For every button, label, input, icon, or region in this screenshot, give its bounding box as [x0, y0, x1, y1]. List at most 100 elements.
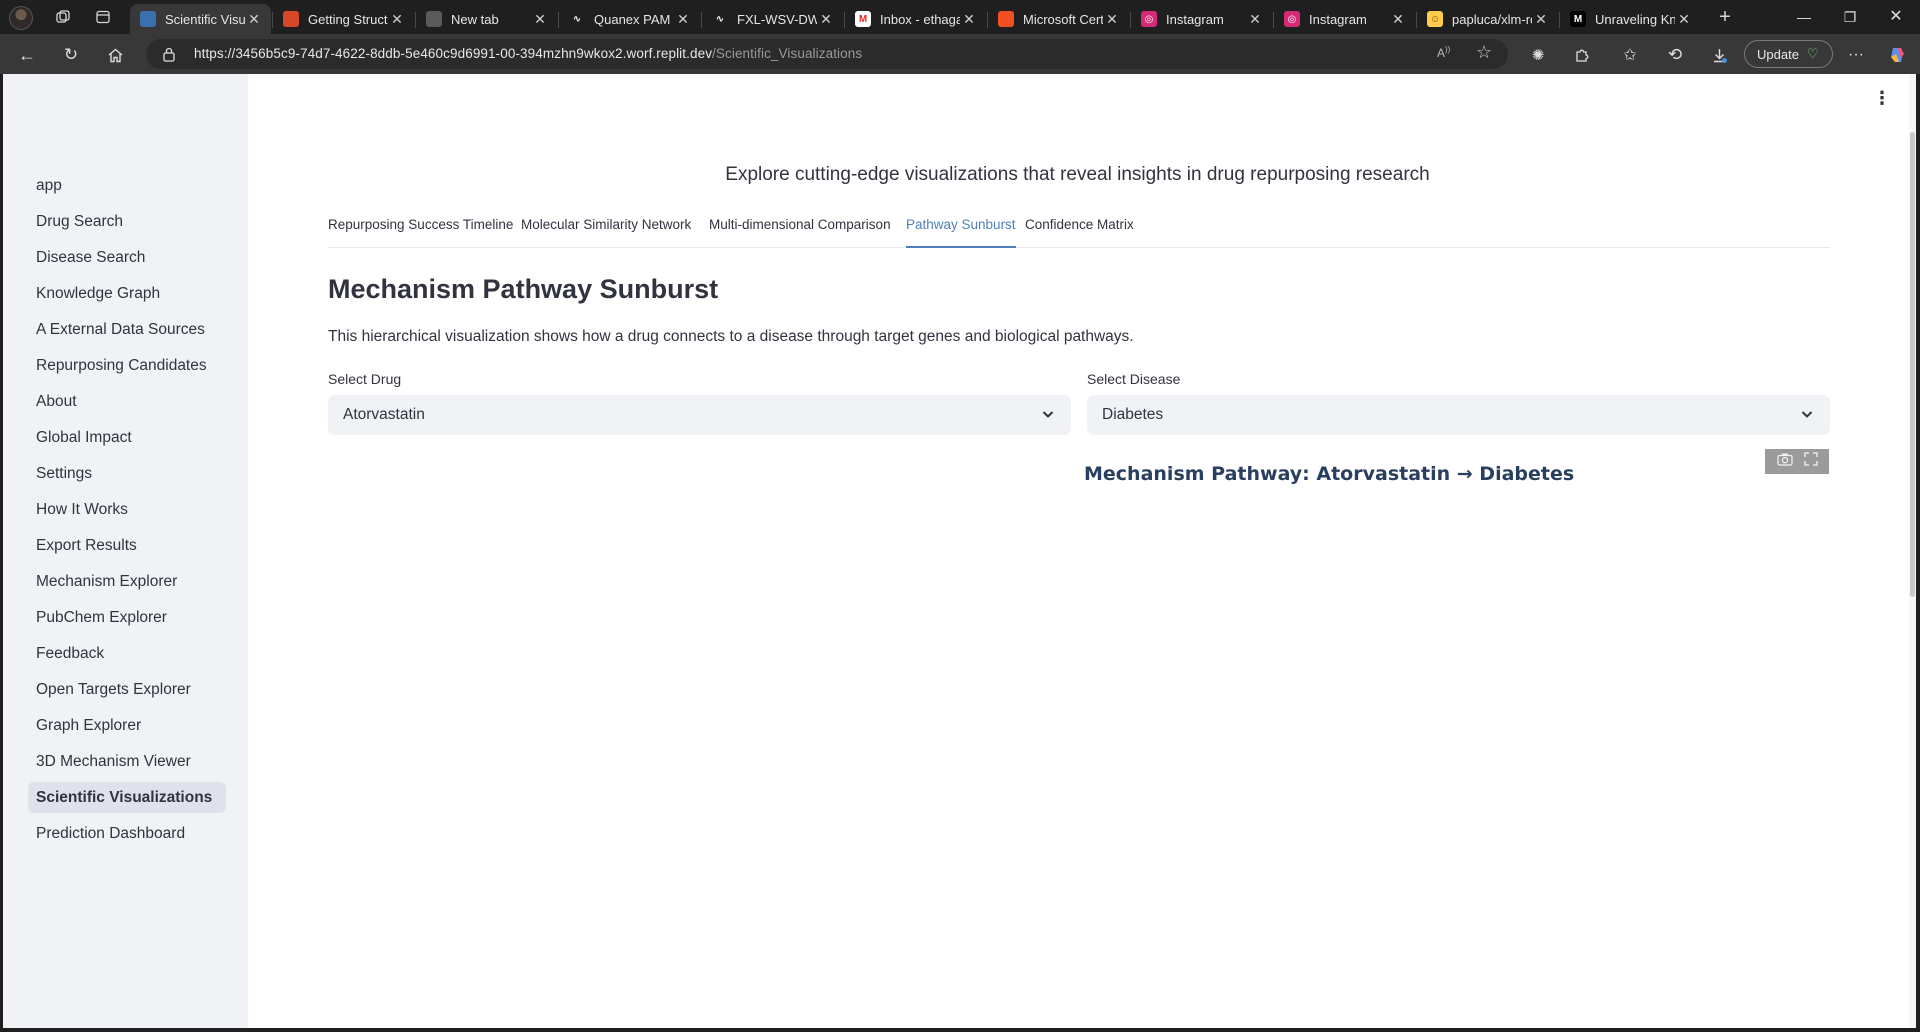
- tab-favicon-icon: M: [855, 11, 871, 27]
- tab-favicon-icon: ◎: [1141, 11, 1157, 27]
- viz-tab[interactable]: Pathway Sunburst: [906, 214, 1016, 248]
- tab-close-icon[interactable]: ✕: [245, 11, 263, 28]
- sidebar-item[interactable]: Open Targets Explorer: [28, 674, 226, 705]
- sidebar-item-label: Prediction Dashboard: [36, 824, 186, 842]
- viz-tab[interactable]: Molecular Similarity Network: [521, 214, 691, 248]
- url-host: https://3456b5c9-74d7-4622-8ddb-5e460c9d…: [194, 46, 713, 61]
- disease-select-value: Diabetes: [1102, 406, 1164, 423]
- extensions-puzzle-icon[interactable]: [1569, 42, 1595, 68]
- back-icon[interactable]: ←: [14, 42, 40, 68]
- tab-close-icon[interactable]: ✕: [674, 11, 692, 28]
- browser-tab-label: Inbox - ethaga: [880, 11, 960, 27]
- disease-select[interactable]: Diabetes: [1087, 395, 1830, 435]
- tab-close-icon[interactable]: ✕: [1532, 11, 1550, 28]
- sidebar-item[interactable]: Knowledge Graph: [28, 278, 226, 309]
- sidebar-item[interactable]: 3D Mechanism Viewer: [28, 746, 226, 777]
- minimize-button[interactable]: —: [1784, 6, 1824, 28]
- tab-favicon-icon: ∿: [569, 11, 585, 27]
- tab-close-icon[interactable]: ✕: [817, 11, 835, 28]
- refresh-icon[interactable]: ↻: [58, 42, 84, 68]
- sidebar-item[interactable]: PubChem Explorer: [28, 602, 226, 633]
- sunburst-chart: Mechanism Pathway: Atorvastatin → Diabet…: [328, 449, 1830, 1009]
- sidebar-item[interactable]: Mechanism Explorer: [28, 566, 226, 597]
- scrollbar-thumb[interactable]: [1910, 132, 1915, 597]
- browser-tab[interactable]: M Inbox - ethaga ✕: [845, 4, 986, 34]
- favorites-icon[interactable]: ✩: [1617, 42, 1643, 68]
- extension-icon[interactable]: ✺: [1525, 42, 1551, 68]
- tab-favicon-icon: [140, 11, 156, 27]
- tab-favicon-icon: [283, 11, 299, 27]
- tab-close-icon[interactable]: ✕: [531, 11, 549, 28]
- history-icon[interactable]: ⟲: [1662, 42, 1688, 68]
- page-scrollbar[interactable]: [1909, 74, 1916, 1028]
- viz-tab[interactable]: Multi-dimensional Comparison: [709, 214, 891, 248]
- browser-tab[interactable]: ☺ papluca/xlm-ro ✕: [1417, 4, 1558, 34]
- sidebar-item[interactable]: Disease Search: [28, 242, 226, 273]
- profile-avatar[interactable]: [9, 6, 33, 30]
- workspaces-icon[interactable]: [50, 5, 76, 29]
- camera-icon[interactable]: [1776, 452, 1793, 471]
- tab-favicon-icon: ◎: [1284, 11, 1300, 27]
- chart-title: Mechanism Pathway: Atorvastatin → Diabet…: [1084, 463, 1575, 485]
- sidebar-item[interactable]: Global Impact: [28, 422, 226, 453]
- browser-tab[interactable]: M Unraveling Kno✕: [1560, 4, 1701, 34]
- vertical-tabs-icon[interactable]: [90, 5, 116, 29]
- restore-button[interactable]: ❐: [1830, 6, 1870, 28]
- sidebar-item[interactable]: How It Works: [28, 494, 226, 525]
- sidebar-item[interactable]: Drug Search: [28, 206, 226, 237]
- browser-tab[interactable]: New tab ✕: [416, 4, 557, 34]
- browser-tab-label: Scientific Visual: [165, 11, 245, 27]
- sidebar-item[interactable]: Graph Explorer: [28, 710, 226, 741]
- browser-tab-label: Microsoft Certi: [1023, 11, 1103, 27]
- viz-tab[interactable]: Repurposing Success Timeline: [328, 214, 513, 248]
- viz-tab[interactable]: Confidence Matrix: [1025, 214, 1134, 248]
- tab-close-icon[interactable]: ✕: [1389, 11, 1407, 28]
- tab-favicon-icon: [426, 11, 442, 27]
- disease-select-label: Select Disease: [1087, 371, 1181, 387]
- sidebar-item[interactable]: Export Results: [28, 530, 226, 561]
- sidebar-item[interactable]: Feedback: [28, 638, 226, 669]
- sidebar-item[interactable]: Scientific Visualizations: [28, 782, 226, 813]
- sidebar-item[interactable]: A External Data Sources: [28, 314, 226, 345]
- tab-close-icon[interactable]: ✕: [960, 11, 978, 28]
- section-description: This hierarchical visualization shows ho…: [328, 328, 1134, 345]
- browser-tab[interactable]: Getting Structu ✕: [273, 4, 414, 34]
- tab-favicon-icon: ☺: [1427, 11, 1443, 27]
- browser-tab-label: Quanex PAM: [594, 11, 671, 27]
- browser-tab[interactable]: ∿ FXL-WSV-DW (✕: [702, 4, 843, 34]
- browser-tab-label: Getting Structu: [308, 11, 388, 27]
- home-icon[interactable]: [102, 42, 128, 68]
- browser-tab[interactable]: ∿ Quanex PAM ✕: [559, 4, 700, 34]
- browser-tab-label: papluca/xlm-ro: [1452, 11, 1532, 27]
- read-aloud-icon[interactable]: A)): [1437, 45, 1450, 60]
- address-bar[interactable]: https://3456b5c9-74d7-4622-8ddb-5e460c9d…: [146, 39, 1508, 69]
- browser-tab[interactable]: ◎ Instagram ✕: [1131, 4, 1272, 34]
- sidebar-item[interactable]: app: [28, 170, 226, 201]
- favorite-star-icon[interactable]: ☆: [1476, 42, 1492, 63]
- browser-tab[interactable]: ◎ Instagram ✕: [1274, 4, 1415, 34]
- sidebar-item[interactable]: Prediction Dashboard: [28, 818, 226, 849]
- close-window-button[interactable]: ✕: [1876, 6, 1916, 28]
- tab-close-icon[interactable]: ✕: [1103, 11, 1121, 28]
- tab-close-icon[interactable]: ✕: [388, 11, 406, 28]
- browser-tab-label: Instagram: [1309, 11, 1367, 27]
- settings-menu-icon[interactable]: ···: [1843, 42, 1869, 68]
- tab-close-icon[interactable]: ✕: [1246, 11, 1264, 28]
- sidebar-item[interactable]: Repurposing Candidates: [28, 350, 226, 381]
- new-tab-button[interactable]: +: [1712, 5, 1738, 29]
- site-info-icon[interactable]: [162, 46, 176, 67]
- sidebar-item[interactable]: About: [28, 386, 226, 417]
- fullscreen-icon[interactable]: [1803, 452, 1818, 471]
- sidebar-nav: app Drug Search Disease Search Knowledge Gr…: [3, 74, 248, 1028]
- browser-tab-strip: Scientific Visual✕Getting Structu✕New ta…: [0, 0, 1920, 34]
- update-button[interactable]: Update ♡: [1744, 40, 1833, 68]
- sidebar-item[interactable]: Settings: [28, 458, 226, 489]
- main-menu-icon[interactable]: ⋮: [1873, 88, 1891, 112]
- downloads-icon[interactable]: [1706, 42, 1732, 68]
- drug-select[interactable]: Atorvastatin: [328, 395, 1071, 435]
- copilot-icon[interactable]: [1884, 42, 1910, 68]
- browser-tab[interactable]: Scientific Visual✕: [130, 4, 271, 34]
- tab-close-icon[interactable]: ✕: [1675, 11, 1693, 28]
- url-path: /Scientific_Visualizations: [712, 46, 863, 61]
- browser-tab[interactable]: Microsoft Certi ✕: [988, 4, 1129, 34]
